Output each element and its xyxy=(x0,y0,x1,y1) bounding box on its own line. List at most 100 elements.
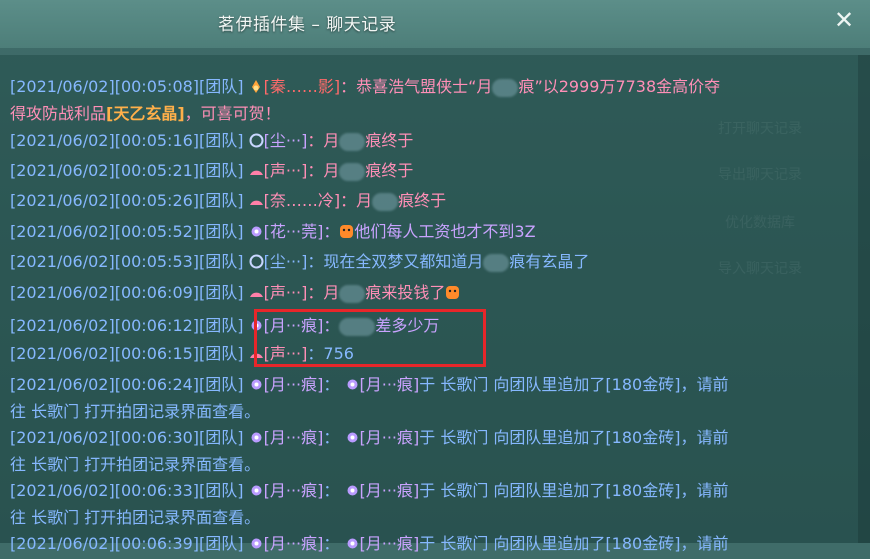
redacted-blur xyxy=(483,253,510,272)
timestamp: [2021/06/02][00:06:39] xyxy=(10,534,200,553)
message-text: ：月 xyxy=(307,161,340,180)
message-text: ：恭喜浩气盟侠士“月 xyxy=(340,77,493,96)
channel-tag: [团队] xyxy=(199,428,244,447)
message-text-cont: 痕终于 xyxy=(365,131,414,150)
sender-name[interactable]: [尘···] xyxy=(264,252,308,271)
message-text: ：月 xyxy=(307,283,340,302)
channel-tag: [团队] xyxy=(199,131,244,150)
message-text-cont: 痕来投钱了 xyxy=(365,283,446,302)
timestamp: [2021/06/02][00:06:30] xyxy=(10,428,200,447)
sender-name[interactable]: [秦……影] xyxy=(264,77,341,96)
flower-icon xyxy=(345,426,360,443)
channel-tag: [团队] xyxy=(199,77,244,96)
redacted-blur xyxy=(339,284,366,303)
timestamp: [2021/06/02][00:05:26] xyxy=(10,191,200,210)
message-text-cont: 于 长歌门 向团队里追加了[180金砖]，请前 xyxy=(419,428,729,447)
chat-message: [2021/06/02][00:05:21][团队] [声···]：月 痕终于 xyxy=(10,157,840,184)
message-text-cont: 痕”以2999万7738金高价夺 xyxy=(518,77,721,96)
chat-message: [2021/06/02][00:06:39][团队] [月···痕]： [月··… xyxy=(10,530,840,557)
message-text-wrap: 往 长歌门 打开拍团记录界面查看。 xyxy=(10,455,261,474)
message-text: ：现在全双梦又都知道月 xyxy=(307,252,484,271)
channel-tag: [团队] xyxy=(199,375,244,394)
channel-tag: [团队] xyxy=(199,283,244,302)
timestamp: [2021/06/02][00:06:12] xyxy=(10,316,200,335)
chat-message: [2021/06/02][00:06:30][团队] [月···痕]： [月··… xyxy=(10,424,840,451)
close-icon[interactable]: ✕ xyxy=(832,8,856,32)
timestamp: [2021/06/02][00:05:53] xyxy=(10,252,200,271)
chat-message-wrap: 得攻防战利品[天乙玄晶]，可喜可贺！ xyxy=(10,100,840,127)
message-text: ： xyxy=(323,428,340,447)
message-text-cont: 痕终于 xyxy=(365,161,414,180)
sender-name[interactable]: [声···] xyxy=(264,283,308,302)
chat-scrollbar[interactable] xyxy=(858,55,870,543)
message-text-wrap: 往 长歌门 打开拍团记录界面查看。 xyxy=(10,402,261,421)
timestamp: [2021/06/02][00:05:52] xyxy=(10,222,200,241)
channel-tag: [团队] xyxy=(199,534,244,553)
fan-icon xyxy=(249,281,264,297)
chat-message: [2021/06/02][00:05:26][团队] [奈……冷]：月 痕终于 xyxy=(10,187,840,214)
flower-icon xyxy=(249,426,264,443)
sender-name[interactable]: [奈……冷] xyxy=(264,191,341,210)
swirl-icon xyxy=(249,129,264,148)
message-text: ： xyxy=(323,222,340,241)
channel-tag: [团队] xyxy=(199,481,244,500)
item-link[interactable]: [天乙玄晶] xyxy=(106,104,185,123)
timestamp: [2021/06/02][00:05:16] xyxy=(10,131,200,150)
timestamp: [2021/06/02][00:06:33] xyxy=(10,481,200,500)
flower-icon xyxy=(345,479,360,496)
message-text-cont: 于 长歌门 向团队里追加了[180金砖]，请前 xyxy=(419,375,729,394)
chat-message: [2021/06/02][00:06:33][团队] [月···痕]： [月··… xyxy=(10,477,840,504)
channel-tag: [团队] xyxy=(199,344,244,363)
message-text: ：月 xyxy=(340,191,373,210)
flower-icon xyxy=(249,532,264,549)
flower-icon xyxy=(345,532,360,549)
message-text-cont: 痕终于 xyxy=(398,191,447,210)
message-text: ： xyxy=(323,481,340,500)
timestamp: [2021/06/02][00:05:08] xyxy=(10,77,200,96)
message-text-cont: 痕有玄晶了 xyxy=(509,252,590,271)
chat-message: [2021/06/02][00:06:24][团队] [月···痕]： [月··… xyxy=(10,371,840,398)
window-title: 茗伊插件集 – 聊天记录 xyxy=(218,15,397,35)
title-bar: 茗伊插件集 – 聊天记录 ✕ xyxy=(0,0,870,48)
sender-name[interactable]: [花···莞] xyxy=(264,222,324,241)
chat-message: [2021/06/02][00:05:53][团队] [尘···]：现在全双梦又… xyxy=(10,248,840,275)
message-text-cont: 于 长歌门 向团队里追加了[180金砖]，请前 xyxy=(419,534,729,553)
sender-name[interactable]: [月···痕] xyxy=(264,375,324,394)
redacted-blur xyxy=(492,78,519,97)
message-text-wrap: 得攻防战利品 xyxy=(10,104,107,123)
redacted-blur xyxy=(339,162,366,181)
chat-message: [2021/06/02][00:05:52][团队] [花···莞]： 他们每人工… xyxy=(10,218,840,245)
chat-message-wrap: 往 长歌门 打开拍团记录界面查看。 xyxy=(10,504,840,531)
sender-name[interactable]: [月···痕] xyxy=(264,428,324,447)
sender-name[interactable]: [月···痕] xyxy=(360,534,420,553)
timestamp: [2021/06/02][00:05:21] xyxy=(10,161,200,180)
sender-name[interactable]: [月···痕] xyxy=(360,481,420,500)
timestamp: [2021/06/02][00:06:15] xyxy=(10,344,200,363)
flower-icon xyxy=(249,479,264,496)
tiger-emoji-icon xyxy=(339,220,354,238)
swirl-icon xyxy=(249,250,264,269)
channel-tag: [团队] xyxy=(199,252,244,271)
message-text-wrap: 往 长歌门 打开拍团记录界面查看。 xyxy=(10,508,261,527)
chat-message-wrap: 往 长歌门 打开拍团记录界面查看。 xyxy=(10,398,840,425)
sender-name[interactable]: [月···痕] xyxy=(264,481,324,500)
flower-icon xyxy=(249,220,264,237)
chat-message-wrap: 往 长歌门 打开拍团记录界面查看。 xyxy=(10,451,840,478)
redacted-blur xyxy=(339,132,366,151)
flower-icon xyxy=(345,373,360,390)
message-text-tail: ，可喜可贺！ xyxy=(184,104,281,123)
channel-tag: [团队] xyxy=(199,191,244,210)
fan-icon xyxy=(249,189,264,205)
sender-name[interactable]: [尘···] xyxy=(264,131,308,150)
sender-name[interactable]: [月···痕] xyxy=(360,428,420,447)
channel-tag: [团队] xyxy=(199,316,244,335)
sender-name[interactable]: [声···] xyxy=(264,161,308,180)
sender-name[interactable]: [月···痕] xyxy=(360,375,420,394)
message-text: ： xyxy=(323,534,340,553)
redacted-blur xyxy=(372,192,399,211)
timestamp: [2021/06/02][00:06:09] xyxy=(10,283,200,302)
flame-icon xyxy=(249,75,264,93)
fan-icon xyxy=(249,159,264,175)
sender-name[interactable]: [月···痕] xyxy=(264,534,324,553)
tiger-emoji-icon xyxy=(445,281,460,299)
